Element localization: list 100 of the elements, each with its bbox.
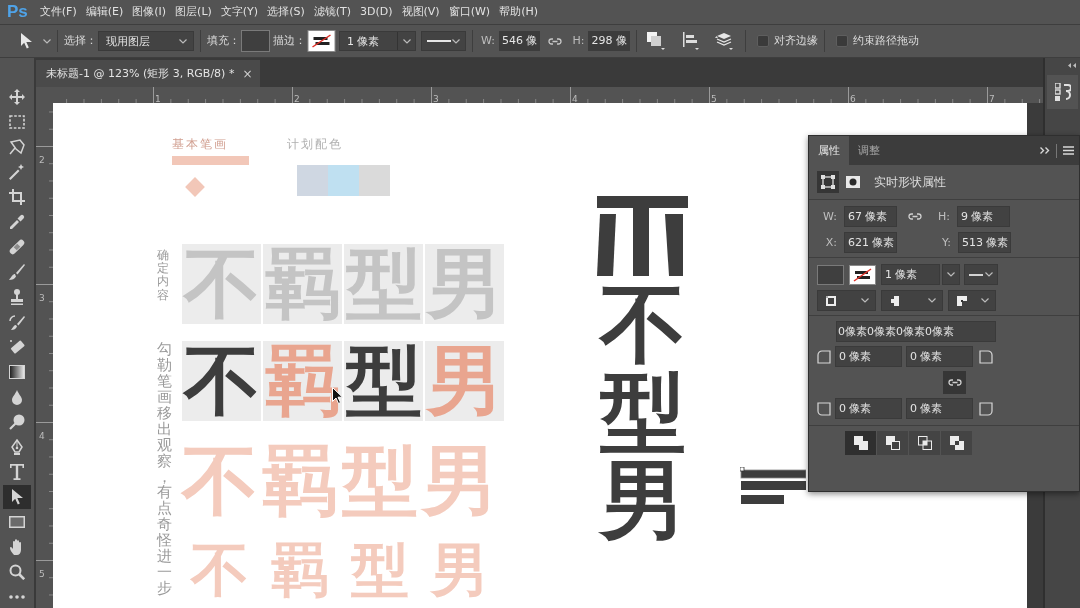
display-glyph: 羁 xyxy=(270,539,330,601)
artwork-label: 计划配色 xyxy=(287,137,343,151)
corner-radii-field[interactable]: 0像素0像素0像素0像素 xyxy=(836,321,996,342)
corner-icon xyxy=(817,401,831,416)
menu-item[interactable]: 图像(I) xyxy=(132,4,167,20)
rectangle-icon xyxy=(9,516,25,528)
type-tool-icon xyxy=(10,464,24,480)
path-operation-button[interactable] xyxy=(909,431,940,455)
line-style-icon xyxy=(427,40,451,42)
close-tab-button[interactable]: × xyxy=(242,66,253,81)
line-cap-dropdown[interactable] xyxy=(881,290,943,311)
document-tab[interactable]: 未标题-1 @ 123% (矩形 3, RGB/8) * × xyxy=(36,60,261,87)
checkbox[interactable] xyxy=(756,35,769,47)
vertical-glyph: 男 xyxy=(599,456,686,544)
history-brush-icon xyxy=(9,314,25,330)
ruler-label: 3 xyxy=(433,94,439,105)
display-glyph: 不 xyxy=(189,539,250,601)
display-glyph: 不 xyxy=(180,441,259,521)
collapse-chevrons-icon[interactable] xyxy=(1040,147,1050,154)
checkbox-label[interactable]: 约束路径拖动 xyxy=(852,33,919,49)
stroke-width-dropdown[interactable]: 1 像素 xyxy=(881,264,940,285)
stroke-width-dropdown[interactable]: 1 像素 xyxy=(339,31,416,51)
menu-item[interactable]: 帮助(H) xyxy=(499,4,538,20)
width-field[interactable]: 546 像 xyxy=(498,31,541,51)
display-glyph: 男 xyxy=(429,539,490,601)
tool-button[interactable] xyxy=(3,485,31,509)
menu-item[interactable]: 文字(Y) xyxy=(220,4,259,20)
line-style-dropdown[interactable] xyxy=(964,264,998,285)
field-label: X: xyxy=(824,234,837,251)
path-arrange-icon[interactable] xyxy=(646,32,665,50)
stroke-swatch-icon[interactable] xyxy=(849,264,876,285)
menu-item[interactable]: 文件(F) xyxy=(39,4,77,20)
dropdown-button[interactable] xyxy=(942,264,960,285)
menu-item[interactable]: 滤镜(T) xyxy=(313,4,351,20)
display-glyph: 羁 xyxy=(263,341,342,421)
checkbox[interactable] xyxy=(835,35,848,47)
menu-item[interactable]: 3D(D) xyxy=(360,4,393,20)
path-operation-button[interactable] xyxy=(877,431,908,455)
mode-button[interactable] xyxy=(817,171,839,193)
caret-icon xyxy=(981,298,989,303)
shape-frame-icon xyxy=(821,175,835,189)
panel-tab[interactable]: 调整 xyxy=(849,136,889,165)
fill-swatch-icon[interactable] xyxy=(241,30,270,52)
ruler-label: 4 xyxy=(39,431,45,442)
menu-icon[interactable] xyxy=(1063,146,1074,155)
selected-bars-drawing xyxy=(740,467,806,505)
input-field[interactable]: 9 像素 xyxy=(957,206,1010,227)
dashed-rectangle-icon xyxy=(9,115,25,129)
history-panel-button[interactable] xyxy=(1047,75,1078,109)
layer-dropdown[interactable]: 现用图层 xyxy=(98,31,194,51)
caret-icon[interactable] xyxy=(43,38,51,44)
line-join-dropdown[interactable] xyxy=(948,290,996,311)
checkbox-label[interactable]: 对齐边缘 xyxy=(773,33,818,49)
caret-icon xyxy=(928,298,936,303)
input-field[interactable]: 0 像素 xyxy=(906,346,973,367)
intersect-shapes-icon xyxy=(917,436,932,450)
pointer-arrow-icon[interactable] xyxy=(21,33,32,49)
crop-icon xyxy=(9,189,25,205)
display-glyph: 型 xyxy=(341,441,419,521)
input-field[interactable]: 0 像素 xyxy=(906,398,973,419)
height-field[interactable]: 298 像 xyxy=(588,31,630,51)
input-field[interactable]: 0 像素 xyxy=(835,398,902,419)
layer-stack-icon[interactable] xyxy=(714,32,733,50)
link-icon[interactable] xyxy=(908,213,922,220)
width-label: W: xyxy=(481,33,495,49)
stroke-swatch-icon[interactable] xyxy=(307,30,336,52)
path-operation-button[interactable] xyxy=(845,431,876,455)
eyedropper-icon xyxy=(9,214,25,230)
display-glyph: 羁 xyxy=(261,441,339,521)
ruler-label: 3 xyxy=(39,293,45,304)
link-button[interactable] xyxy=(943,371,966,394)
link-icon[interactable] xyxy=(548,37,563,45)
input-field[interactable]: 513 像素 xyxy=(958,232,1011,253)
bandage-icon xyxy=(9,239,25,255)
app-logo: Ps xyxy=(7,2,28,22)
zoom-icon xyxy=(9,564,25,580)
corner-icon xyxy=(817,349,831,364)
stroke-align-dropdown[interactable] xyxy=(817,290,876,311)
line-style-dropdown[interactable] xyxy=(421,31,466,51)
input-field[interactable]: 67 像素 xyxy=(844,206,897,227)
collapse-chevrons-icon[interactable] xyxy=(1068,63,1077,68)
corner-icon xyxy=(979,349,993,364)
height-label: H: xyxy=(572,33,585,49)
menu-item[interactable]: 窗口(W) xyxy=(448,4,491,20)
path-operation-button[interactable] xyxy=(941,431,972,455)
artwork-label: 基本笔画 xyxy=(172,137,228,151)
display-glyph: 型 xyxy=(344,341,423,421)
menu-item[interactable]: 图层(L) xyxy=(175,4,212,20)
menu-item[interactable]: 视图(V) xyxy=(401,4,440,20)
fill-swatch-icon[interactable] xyxy=(817,264,844,285)
menu-item[interactable]: 编辑(E) xyxy=(85,4,124,20)
input-field[interactable]: 0 像素 xyxy=(835,346,902,367)
vertical-glyph: 不 xyxy=(599,280,686,368)
history-icon xyxy=(1054,83,1071,101)
stroke-label: 描边： xyxy=(273,33,306,49)
path-align-icon[interactable] xyxy=(682,32,699,50)
panel-tab[interactable]: 属性 xyxy=(809,136,849,165)
input-field[interactable]: 621 像素 xyxy=(844,232,897,253)
menu-item[interactable]: 选择(S) xyxy=(267,4,305,20)
ruler-label: 4 xyxy=(572,94,578,105)
